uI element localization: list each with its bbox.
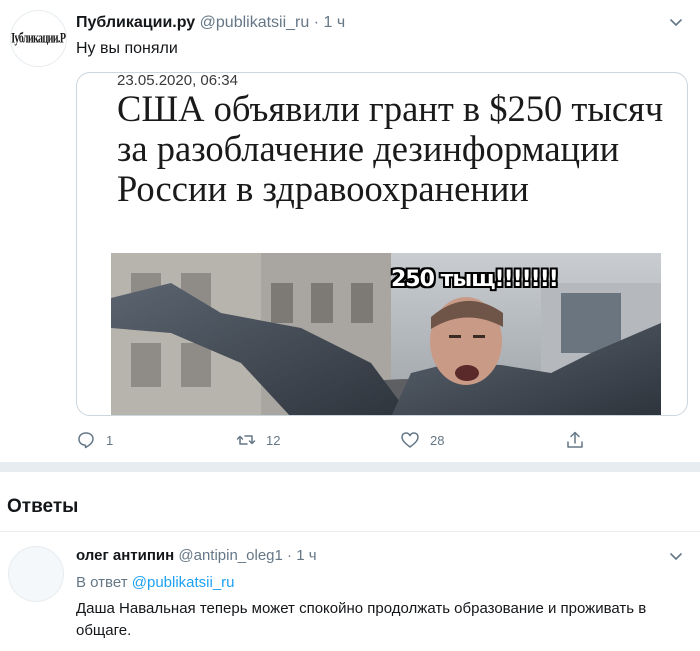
media-card[interactable]: 23.05.2020, 06:34 США объявили грант в $… (76, 72, 688, 416)
reply-to-line: В ответ @publikatsii_ru (76, 573, 235, 593)
author-name[interactable]: Публикации.ру (76, 14, 195, 31)
reply-to-label: В ответ (76, 574, 128, 591)
like-button[interactable]: 28 (400, 428, 444, 452)
share-button[interactable] (565, 428, 585, 452)
retweet-icon (236, 435, 256, 445)
section-divider (0, 462, 700, 472)
separator-dot: · (313, 14, 320, 31)
tweet-text: Ну вы поняли (76, 40, 178, 57)
chevron-down-icon[interactable] (666, 546, 686, 566)
reply-to-handle-link[interactable]: @publikatsii_ru (132, 574, 235, 591)
tweet-header: Публикации.ру @publikatsii_ru · 1 ч (76, 12, 345, 34)
reply-author-avatar[interactable] (8, 546, 64, 602)
separator-dot: · (287, 547, 293, 564)
news-headline: США объявили грант в $250 тысяч за разоб… (117, 88, 664, 209)
reply-text: Даша Навальная теперь может спокойно про… (76, 600, 647, 639)
reply-author-name[interactable]: олег антипин (76, 547, 174, 564)
reply-author-handle[interactable]: @antipin_oleg1 (178, 547, 282, 564)
reply-tweet[interactable]: олег антипин @antipin_oleg1 · 1 ч В отве… (0, 532, 700, 651)
share-icon (567, 431, 583, 448)
author-handle[interactable]: @publikatsii_ru (200, 14, 310, 31)
author-avatar[interactable]: Публикации.Ру (10, 10, 67, 67)
publikatsii-logo: Публикации.Ру (10, 30, 67, 47)
reply-header: олег антипин @antipin_oleg1 · 1 ч (76, 546, 317, 566)
chevron-down-icon[interactable] (666, 12, 686, 32)
tweet-time[interactable]: 1 ч (324, 14, 346, 31)
like-count: 28 (430, 432, 445, 448)
replies-heading: Ответы (7, 496, 79, 517)
reply-icon (78, 432, 94, 449)
retweet-button[interactable]: 12 (236, 428, 280, 452)
news-photo: 250 тыщ!!!!!!! (111, 253, 661, 415)
reply-count: 1 (106, 432, 114, 448)
protest-photo-image (111, 253, 661, 415)
tweet-actions: 1 12 28 (76, 428, 596, 452)
tweet: Публикации.Ру Публикации.ру @publikatsii… (0, 0, 700, 462)
reply-button[interactable]: 1 (76, 428, 113, 452)
heart-icon (401, 432, 419, 448)
news-date: 23.05.2020, 06:34 (117, 72, 238, 89)
reply-time[interactable]: 1 ч (296, 547, 316, 564)
retweet-count: 12 (266, 432, 281, 448)
meme-caption: 250 тыщ!!!!!!! (391, 267, 559, 292)
